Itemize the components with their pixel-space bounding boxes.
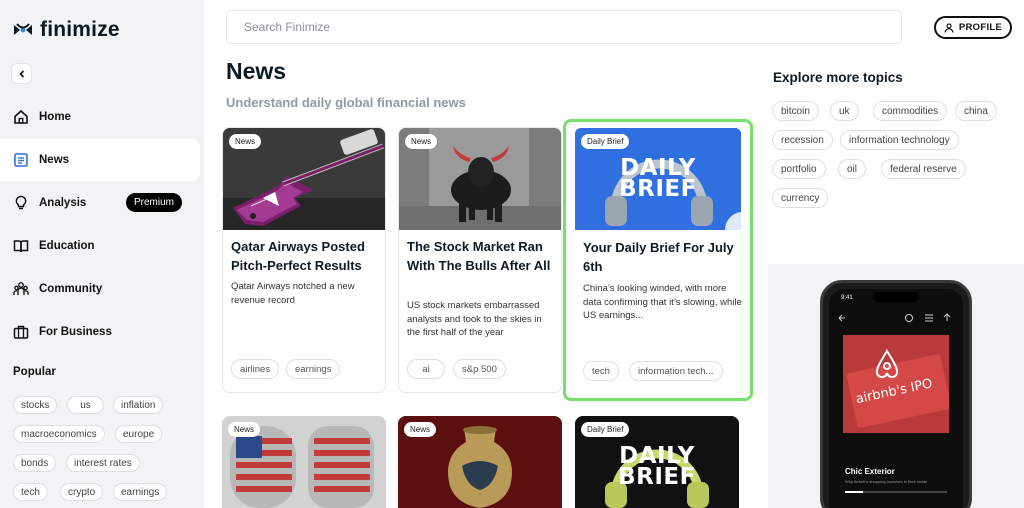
finimize-logo-icon [14,23,32,35]
card-title[interactable]: Qatar Airways Posted Pitch-Perfect Resul… [231,238,381,275]
lightbulb-icon [13,195,29,211]
popular-chip[interactable]: earnings [113,483,168,501]
sidebar-item-label: Analysis [39,197,87,209]
people-icon [13,281,29,297]
topic-chip[interactable]: uk [830,101,859,121]
popular-chip[interactable]: inflation [113,396,164,414]
topic-chip[interactable]: commodities [873,101,948,121]
page-subtitle: Understand daily global financial news [226,95,466,110]
popular-chip[interactable]: stocks [13,396,58,414]
briefcase-icon [13,324,29,340]
phone-toolbar-icons [838,313,951,322]
sidebar: finimize Home News Analysis Premium Educ… [0,0,204,508]
search-bar[interactable] [226,10,902,44]
phone-progress-fill [845,491,864,493]
phone-article-title: Chic Exterior [845,467,895,476]
card-description: Qatar Airways notched a new revenue reco… [231,281,355,306]
card-tag[interactable]: tech [583,361,619,381]
daily-brief-image-text: BRIEF [618,464,696,490]
topic-chip[interactable]: information technology [840,130,959,150]
explore-heading: Explore more topics [773,70,903,85]
topic-chip[interactable]: recession [772,130,833,150]
sidebar-item-community[interactable]: Community [0,268,200,310]
phone-mockup: 9:41 airbnb's IPO Chic Exterior Why Airb… [820,280,972,508]
card-badge: News [404,422,437,437]
topic-chip[interactable]: oil [838,159,867,179]
card-tag[interactable]: earnings [286,359,341,379]
page-title: News [226,58,287,84]
popular-chip[interactable]: macroeconomics [13,425,105,443]
news-card[interactable]: News Qatar Airways Posted Pitch-Perfect … [222,127,386,393]
sidebar-item-label: For Business [39,326,112,338]
news-card[interactable]: News [222,416,386,508]
daily-brief-card[interactable]: DAILY BRIEF Daily Brief [575,416,739,508]
home-icon [13,109,29,125]
topic-chip[interactable]: china [955,101,997,121]
sidebar-item-label: Home [39,111,71,123]
logo-text: finimize [40,18,120,41]
sidebar-item-label: Education [39,240,95,252]
card-title[interactable]: Your Daily Brief For July 6th [583,239,743,276]
topic-chip[interactable]: federal reserve [881,159,966,179]
card-description: US stock markets embarrassed analysts an… [407,300,542,338]
collapse-sidebar-button[interactable] [12,64,31,83]
sidebar-item-for-business[interactable]: For Business [0,311,200,353]
logo[interactable]: finimize [12,18,120,42]
chevron-left-icon [18,69,24,78]
news-card[interactable]: News The Stock Market Ran With The Bulls… [398,127,562,393]
phone-time: 9:41 [841,295,853,301]
premium-badge: Premium [126,193,183,212]
card-badge: Daily Brief [581,422,630,437]
card-badge: News [405,134,438,149]
user-icon [944,22,954,33]
daily-brief-image-text: BRIEF [619,176,697,202]
phone-notch [873,292,919,302]
sidebar-item-news[interactable]: News [0,139,200,181]
popular-chip[interactable]: europe [115,425,163,443]
topic-chip[interactable]: bitcoin [772,101,819,121]
card-tag[interactable]: airlines [231,359,280,379]
card-tag[interactable]: information tech... [629,361,723,381]
card-badge: News [228,422,261,437]
news-icon [13,152,29,168]
popular-chip[interactable]: tech [13,483,48,501]
daily-brief-card[interactable]: DAILY BRIEF Daily Brief Your Daily Brief… [563,119,753,401]
card-title[interactable]: The Stock Market Ran With The Bulls Afte… [407,238,557,275]
book-icon [13,238,29,254]
card-description: China’s looking winded, with more data c… [583,283,742,321]
app-promo: 9:41 airbnb's IPO Chic Exterior Why Airb… [768,264,1024,508]
popular-chip[interactable]: crypto [60,483,104,501]
sidebar-item-label: News [39,154,70,166]
profile-label: PROFILE [958,22,1003,33]
card-badge: News [229,134,262,149]
card-tag[interactable]: ai [407,359,445,379]
news-card[interactable]: News [398,416,562,508]
topic-chip[interactable]: portfolio [772,159,826,179]
card-tag[interactable]: s&p 500 [453,359,506,379]
phone-progress-track [845,491,947,493]
profile-button[interactable]: PROFILE [934,16,1012,39]
card-badge: Daily Brief [581,134,630,149]
airbnb-logo-icon [875,349,899,379]
popular-heading: Popular [13,366,56,378]
search-input[interactable] [227,11,901,43]
phone-article-subtitle: Why Airbnb's shopping investors in their… [845,479,928,484]
popular-chip[interactable]: us [67,396,104,414]
popular-chip[interactable]: interest rates [66,454,140,472]
topic-chip[interactable]: currency [772,188,829,208]
sidebar-item-label: Community [39,283,103,295]
airbnb-ipo-image: airbnb's IPO [843,335,949,433]
sidebar-item-home[interactable]: Home [0,96,200,138]
sidebar-item-education[interactable]: Education [0,225,200,267]
popular-chip[interactable]: bonds [13,454,57,472]
